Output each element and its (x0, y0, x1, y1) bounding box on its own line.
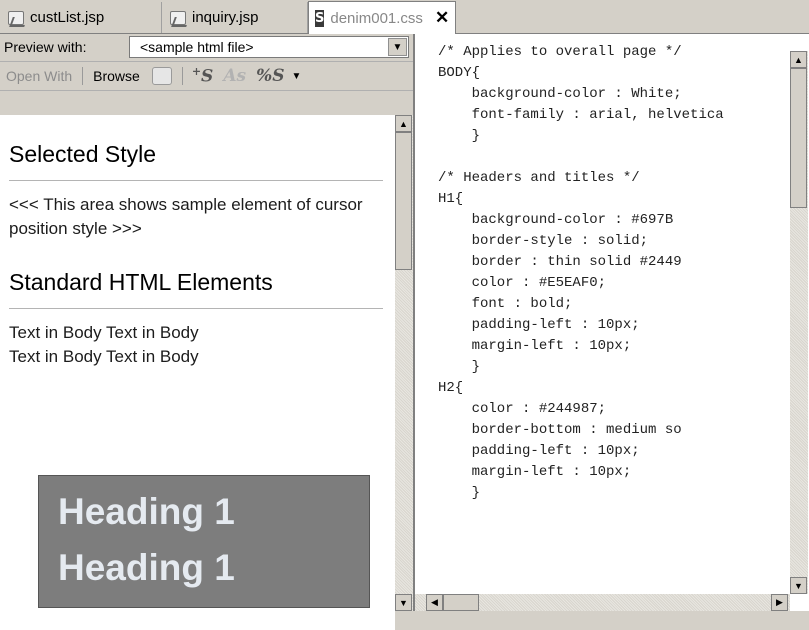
body-text-line: Text in Body Text in Body Text in Body T… (9, 321, 395, 369)
editor-tab-bar: custList.jsp inquiry.jsp S denim001.css … (0, 0, 809, 34)
css-file-icon: S (315, 9, 325, 27)
style-preview-area: Selected Style <<< This area shows sampl… (0, 115, 395, 630)
code-line[interactable]: H1{ (438, 189, 791, 210)
preview-pane: Preview with: <sample html file> ▼ Open … (0, 34, 413, 630)
editor-horizontal-scrollbar[interactable]: ◀ ▶ (415, 594, 790, 611)
tab-inquiry-jsp[interactable]: inquiry.jsp (162, 2, 308, 33)
code-line[interactable]: color : #E5EAF0; (438, 273, 791, 294)
code-line[interactable]: } (438, 126, 791, 147)
scroll-down-icon[interactable]: ▼ (790, 577, 807, 594)
code-line[interactable]: font : bold; (438, 294, 791, 315)
close-tab-icon[interactable]: ✕ (435, 8, 449, 28)
preview-vertical-scrollbar[interactable]: ▲ ▼ (395, 115, 413, 611)
style-options-icon[interactable]: %S (256, 66, 284, 86)
code-line[interactable]: /* Applies to overall page */ (438, 42, 791, 63)
code-line[interactable]: /* Headers and titles */ (438, 168, 791, 189)
body-text-2: Text in Body Text in Body (9, 347, 199, 366)
browse-button[interactable]: Browse (87, 68, 146, 84)
selected-style-text: <<< This area shows sample element of cu… (9, 195, 363, 238)
editor-vertical-scrollbar[interactable]: ▲ ▼ (790, 51, 808, 594)
scroll-thumb[interactable] (790, 68, 807, 208)
code-line[interactable]: background-color : #697B (438, 210, 791, 231)
code-line[interactable]: border : thin solid #2449 (438, 252, 791, 273)
css-editor-pane[interactable]: /* Applies to overall page */BODY{ backg… (413, 34, 809, 611)
code-line[interactable]: color : #244987; (438, 399, 791, 420)
toolbar-separator (82, 67, 84, 85)
preview-toolbar: Open With Browse +S As %S ▼ (0, 61, 413, 91)
scroll-right-icon[interactable]: ▶ (771, 594, 788, 611)
edit-style-icon[interactable]: As (223, 66, 246, 86)
code-line[interactable]: H2{ (438, 378, 791, 399)
scroll-thumb[interactable] (395, 132, 412, 270)
code-line[interactable]: background-color : White; (438, 84, 791, 105)
tab-label: inquiry.jsp (192, 9, 259, 26)
tab-custlist-jsp[interactable]: custList.jsp (0, 2, 162, 33)
heading-1-text: Heading 1 (58, 491, 235, 532)
code-line[interactable]: BODY{ (438, 63, 791, 84)
code-line[interactable] (438, 147, 791, 168)
add-style-icon[interactable]: +S (192, 65, 214, 87)
open-with-button[interactable]: Open With (0, 68, 78, 84)
heading-1-text: Heading 1 (58, 547, 235, 588)
tab-label: custList.jsp (30, 9, 105, 26)
body-text-1: Text in Body Text in Body (9, 323, 199, 342)
code-line[interactable]: margin-left : 10px; (438, 462, 791, 483)
scroll-left-icon[interactable]: ◀ (426, 594, 443, 611)
code-line[interactable]: font-family : arial, helvetica (438, 105, 791, 126)
code-line[interactable]: margin-left : 10px; (438, 336, 791, 357)
code-line[interactable]: border-bottom : medium so (438, 420, 791, 441)
jsp-file-icon (6, 9, 26, 27)
jsp-file-icon (168, 9, 188, 27)
preview-file-select[interactable]: <sample html file> ▼ (129, 36, 409, 58)
preview-label: Preview with: (4, 39, 87, 55)
code-line[interactable]: padding-left : 10px; (438, 441, 791, 462)
preview-select-value: <sample html file> (140, 39, 254, 55)
browser-icon[interactable] (151, 67, 172, 85)
tab-label: denim001.css (330, 9, 423, 27)
code-line[interactable]: padding-left : 10px; (438, 315, 791, 336)
scroll-down-icon[interactable]: ▼ (395, 594, 412, 611)
code-line[interactable]: border-style : solid; (438, 231, 791, 252)
selected-style-title: Selected Style (9, 115, 383, 181)
scroll-up-icon[interactable]: ▲ (395, 115, 412, 132)
preview-row: Preview with: <sample html file> ▼ (0, 34, 413, 60)
chevron-down-icon[interactable]: ▼ (388, 38, 407, 56)
scroll-up-icon[interactable]: ▲ (790, 51, 807, 68)
standard-elements-title: Standard HTML Elements (9, 241, 383, 309)
css-code[interactable]: /* Applies to overall page */BODY{ backg… (438, 42, 791, 582)
heading-1-sample: Heading 1 Heading 1 (38, 475, 370, 608)
code-line[interactable]: } (438, 357, 791, 378)
chevron-down-icon[interactable]: ▼ (292, 71, 302, 82)
toolbar-separator (181, 67, 183, 85)
scroll-thumb[interactable] (443, 594, 479, 611)
code-line[interactable]: } (438, 483, 791, 504)
tab-denim001-css[interactable]: S denim001.css ✕ (308, 1, 456, 34)
